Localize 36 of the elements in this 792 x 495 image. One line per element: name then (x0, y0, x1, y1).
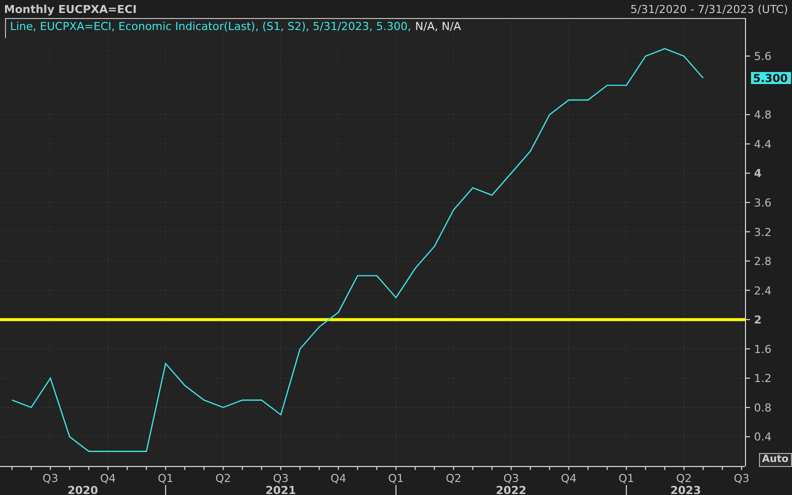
quarter-label: Q4 (100, 472, 116, 485)
quarter-label: Q1 (388, 472, 404, 485)
date-range: 5/31/2020 - 7/31/2023 (UTC) (630, 2, 788, 16)
y-axis-label: 5.6 (754, 50, 772, 64)
y-axis-label: 4.4 (754, 138, 772, 151)
y-axis-label: 4.8 (754, 108, 772, 122)
y-axis-label: 1.2 (754, 372, 772, 386)
y-axis-label: 2 (754, 314, 762, 327)
chart-title: Monthly EUCPXA=ECI (4, 2, 137, 16)
auto-button[interactable]: Auto (759, 453, 792, 467)
y-axis-label: 3.2 (754, 226, 772, 239)
quarter-label: Q3 (42, 472, 58, 485)
y-axis-label: 1.6 (754, 342, 772, 356)
year-label: 2021 (265, 484, 296, 495)
last-value-badge: 5.300 (751, 72, 791, 86)
series-legend: Line, EUCPXA=ECI, Economic Indicator(Last), (S1, S2), 5/31/2023, 5.300, (10, 20, 412, 33)
quarter-label: Q4 (560, 472, 577, 485)
quarter-label: Q1 (158, 472, 174, 485)
y-axis-label: 2.8 (754, 255, 772, 268)
y-axis-label: 0.8 (754, 401, 772, 414)
quarter-label: Q2 (215, 472, 232, 485)
quarter-label: Q1 (618, 472, 634, 485)
y-axis-label: 3.6 (754, 196, 772, 210)
quarter-label: Q2 (446, 472, 462, 485)
quarter-label: Q4 (330, 472, 346, 485)
y-axis-label: 0.4 (754, 430, 772, 444)
quarter-label: Q3 (503, 472, 519, 485)
year-label: 2020 (67, 484, 98, 495)
quarter-label: Q2 (676, 472, 692, 485)
y-axis-label: 2.4 (754, 284, 772, 298)
year-label: 2023 (670, 484, 701, 495)
y-axis-label: 4 (754, 167, 762, 180)
quarter-label: Q3 (272, 472, 289, 485)
legend-status: N/A, N/A (415, 20, 462, 33)
year-label: 2022 (496, 484, 526, 495)
quarter-label: Q3 (734, 472, 750, 485)
